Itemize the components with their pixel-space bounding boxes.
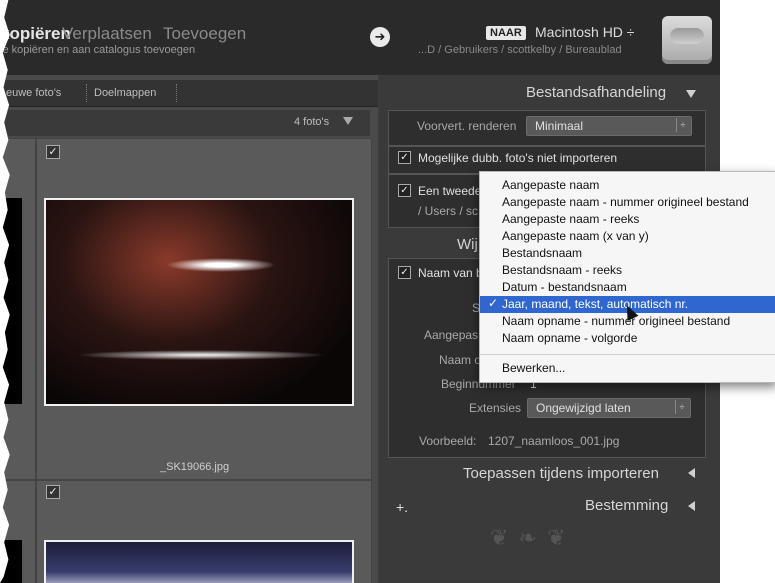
sort-down-icon[interactable] [343,117,353,125]
menu-item[interactable]: Aangepaste naam - reeks [502,212,639,226]
import-top-bar: kopiëren Verplaatsen Toevoegen ie kopiër… [0,0,720,75]
menu-item[interactable]: Aangepaste naam - nummer origineel besta… [502,195,749,209]
tab-destination-folders[interactable]: Doelmappen [94,87,156,99]
mode-description: ie kopiëren en aan catalogus toevoegen [0,44,196,56]
section-file-handling[interactable]: Bestandsafhandeling [526,84,666,101]
menu-item-edit[interactable]: Bewerken... [502,361,565,375]
preview-render-label: Voorvert. renderen [417,119,517,133]
destination-path: ...D / Gebruikers / scottkelby / Bureaub… [418,44,622,56]
extension-select[interactable]: Ongewijzigd laten ÷ [527,398,691,418]
rename-checkbox[interactable]: ✓ [398,266,411,279]
menu-item[interactable]: Bestandsnaam - reeks [502,263,622,277]
expand-left-icon[interactable] [688,501,695,511]
menu-item[interactable]: Naam opname - nummer origineel bestand [502,314,730,328]
stepper-icon: ÷ [676,118,689,132]
duplicates-checkbox[interactable]: ✓ [398,151,411,164]
preview-render-value: Minimaal [535,119,584,133]
menu-item[interactable]: Aangepaste naam [502,178,599,192]
mode-add[interactable]: Toevoegen [163,24,246,44]
extension-label: Extensies [469,401,522,415]
duplicates-label: Mogelijke dubb. foto's niet importeren [418,151,618,165]
collapse-down-icon[interactable] [686,90,696,98]
menu-item[interactable]: Naam opname - volgorde [502,331,637,345]
checkmark-icon: ✓ [488,296,499,310]
destination-disk-selector[interactable]: Macintosh HD ÷ [535,24,635,40]
example-value: 1207_naamloos_001.jpg [488,434,620,448]
section-destination[interactable]: Bestemming [585,497,668,514]
tab-divider [86,84,87,102]
filename-template-menu: Aangepaste naam Aangepaste naam - nummer… [479,171,775,383]
second-copy-checkbox[interactable]: ✓ [398,184,411,197]
photo-filename: _SK19066.jpg [160,461,230,473]
photo-count: 4 foto's [294,116,330,128]
expand-left-icon[interactable] [688,468,695,478]
menu-item[interactable]: Bestandsnaam [502,246,582,260]
example-label: Voorbeeld: [419,434,477,448]
stepper-icon: ÷ [675,400,688,414]
photo-thumbnail[interactable] [44,540,354,583]
shoot-name-label: Naam o [439,353,482,367]
rename-label: Naam van b [418,266,483,280]
panel-end-ornament: ❦ ❧ ❦ [490,525,568,550]
include-checkbox[interactable]: ✓ [46,485,60,499]
second-copy-label: Een tweede [418,184,482,198]
include-checkbox[interactable]: ✓ [46,145,60,159]
mode-move[interactable]: Verplaatsen [62,24,152,44]
custom-text-label: Aangepas [424,328,479,342]
preview-render-select[interactable]: Minimaal ÷ [526,116,692,136]
second-copy-path: / Users / sc [418,204,479,218]
add-icon[interactable]: +. [396,499,408,515]
arrow-right-icon: ➜ [370,27,390,47]
stage-lights [166,258,276,272]
tab-divider [176,84,177,102]
extension-value: Ongewijzigd laten [536,401,631,415]
menu-separator [480,354,775,355]
menu-item[interactable]: Datum - bestandsnaam [502,280,627,294]
floor-lights [76,350,326,360]
section-apply-during-import[interactable]: Toepassen tijdens importeren [463,465,659,482]
destination-badge: NAAR [486,26,526,40]
menu-item[interactable]: Aangepaste naam (x van y) [502,229,649,243]
tab-new-photos[interactable]: euwe foto's [6,87,61,99]
hard-drive-icon[interactable] [662,16,712,64]
menu-item-selected[interactable]: Jaar, maand, tekst, automatisch nr. [502,297,688,311]
mode-copy[interactable]: kopiëren [0,24,71,44]
section-rename[interactable]: Wij [457,236,478,253]
photo-thumbnail[interactable] [44,198,354,406]
